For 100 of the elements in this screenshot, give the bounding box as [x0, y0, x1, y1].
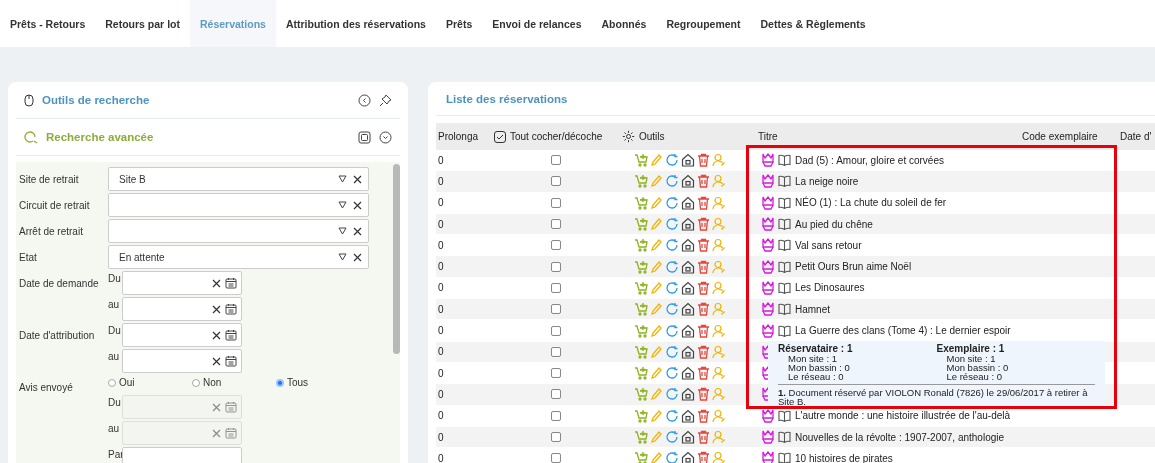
house-lock-icon[interactable]: [681, 323, 695, 338]
checkbox[interactable]: [551, 219, 561, 230]
calendar-icon[interactable]: [225, 355, 237, 367]
clear-icon[interactable]: [353, 174, 362, 184]
trash-icon[interactable]: [697, 344, 710, 359]
select-field[interactable]: En attente: [108, 245, 369, 269]
house-lock-icon[interactable]: [681, 302, 695, 317]
column-header[interactable]: Prolonga: [436, 123, 492, 150]
person-icon[interactable]: [712, 195, 726, 210]
pencil-icon[interactable]: [650, 217, 663, 232]
tab[interactable]: Abonnés: [591, 0, 657, 47]
column-header[interactable]: Outils: [620, 123, 758, 150]
pencil-icon[interactable]: [650, 387, 663, 402]
square-icon[interactable]: [358, 130, 371, 144]
person-icon[interactable]: [712, 238, 726, 253]
pencil-icon[interactable]: [650, 366, 663, 381]
person-icon[interactable]: [712, 174, 726, 189]
house-lock-icon[interactable]: [681, 408, 695, 423]
trash-icon[interactable]: [697, 195, 710, 210]
pencil-icon[interactable]: [650, 238, 663, 253]
checkbox[interactable]: [551, 197, 561, 208]
checkbox[interactable]: [551, 155, 561, 166]
cart-plus-icon[interactable]: [634, 238, 648, 253]
trash-icon[interactable]: [697, 323, 710, 338]
date-field[interactable]: [122, 349, 242, 373]
cart-plus-icon[interactable]: [634, 302, 648, 317]
person-icon[interactable]: [712, 430, 726, 444]
select-field[interactable]: [108, 193, 369, 217]
cart-plus-icon[interactable]: [634, 323, 648, 338]
dropdown-icon[interactable]: [338, 227, 347, 235]
column-header[interactable]: Tout cocher/décoche: [492, 123, 620, 150]
house-lock-icon[interactable]: [681, 387, 695, 402]
person-icon[interactable]: [712, 302, 726, 317]
house-lock-icon[interactable]: [681, 259, 695, 274]
trash-icon[interactable]: [697, 430, 710, 444]
cart-plus-icon[interactable]: [634, 366, 648, 381]
clear-icon[interactable]: [353, 200, 362, 210]
date-field[interactable]: [122, 323, 242, 347]
checkbox[interactable]: [551, 304, 561, 315]
cart-plus-icon[interactable]: [634, 430, 648, 444]
cart-plus-icon[interactable]: [634, 344, 648, 359]
checkbox[interactable]: [551, 432, 561, 442]
person-icon[interactable]: [712, 259, 726, 274]
pin-icon[interactable]: [379, 93, 392, 107]
pencil-icon[interactable]: [650, 153, 663, 168]
person-icon[interactable]: [712, 217, 726, 232]
select-field[interactable]: [108, 219, 369, 243]
house-lock-icon[interactable]: [681, 153, 695, 168]
pencil-icon[interactable]: [650, 174, 663, 189]
radio-option[interactable]: Tous: [276, 377, 360, 388]
pencil-icon[interactable]: [650, 195, 663, 210]
clear-icon[interactable]: [353, 226, 362, 236]
cart-plus-icon[interactable]: [634, 451, 648, 463]
cart-plus-icon[interactable]: [634, 387, 648, 402]
date-field[interactable]: [122, 271, 242, 295]
clear-icon[interactable]: [212, 304, 221, 314]
checkbox[interactable]: [551, 325, 561, 336]
dropdown-icon[interactable]: [338, 253, 347, 261]
checkbox[interactable]: [551, 453, 561, 463]
column-header[interactable]: Date d': [1118, 123, 1155, 150]
house-lock-icon[interactable]: [681, 451, 695, 463]
trash-icon[interactable]: [697, 174, 710, 189]
checkbox[interactable]: [551, 346, 561, 357]
checkbox[interactable]: [551, 410, 561, 421]
cart-plus-icon[interactable]: [634, 280, 648, 295]
pencil-icon[interactable]: [650, 280, 663, 295]
person-icon[interactable]: [712, 451, 726, 463]
dropdown-icon[interactable]: [338, 175, 347, 183]
calendar-icon[interactable]: [225, 329, 237, 341]
date-field[interactable]: [122, 297, 242, 321]
tab[interactable]: Envoi de relances: [482, 0, 592, 47]
cart-plus-icon[interactable]: [634, 408, 648, 423]
tab[interactable]: Attribution des réservations: [275, 0, 436, 47]
tab[interactable]: Dettes & Règlements: [750, 0, 876, 47]
house-lock-icon[interactable]: [681, 344, 695, 359]
house-lock-icon[interactable]: [681, 238, 695, 253]
trash-icon[interactable]: [697, 366, 710, 381]
person-icon[interactable]: [712, 387, 726, 402]
cart-plus-icon[interactable]: [634, 174, 648, 189]
clear-icon[interactable]: [353, 252, 362, 262]
person-icon[interactable]: [712, 344, 726, 359]
radio-option[interactable]: Oui: [108, 377, 192, 388]
house-lock-icon[interactable]: [681, 195, 695, 210]
clear-icon[interactable]: [212, 330, 221, 340]
trash-icon[interactable]: [697, 238, 710, 253]
cart-plus-icon[interactable]: [634, 259, 648, 274]
trash-icon[interactable]: [697, 408, 710, 423]
trash-icon[interactable]: [697, 259, 710, 274]
settings-icon[interactable]: [622, 130, 635, 143]
checkbox[interactable]: [551, 282, 561, 293]
pencil-icon[interactable]: [650, 408, 663, 423]
trash-icon[interactable]: [697, 451, 710, 463]
cart-plus-icon[interactable]: [634, 217, 648, 232]
checkbox[interactable]: [551, 240, 561, 251]
house-lock-icon[interactable]: [681, 280, 695, 295]
pencil-icon[interactable]: [650, 430, 663, 444]
trash-icon[interactable]: [697, 153, 710, 168]
cart-plus-icon[interactable]: [634, 153, 648, 168]
scrollbar[interactable]: [393, 164, 400, 354]
trash-icon[interactable]: [697, 302, 710, 317]
